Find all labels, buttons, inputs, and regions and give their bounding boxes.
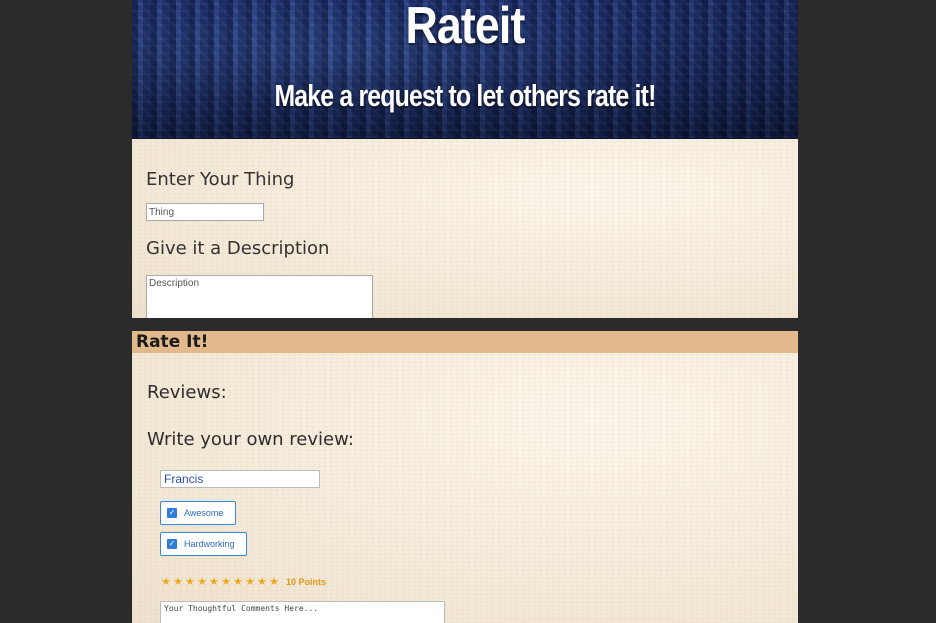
tag-awesome[interactable]: ✓ Awesome xyxy=(160,501,236,525)
app-subtitle: Make a request to let others rate it! xyxy=(274,78,656,113)
star-icon[interactable]: ★ xyxy=(184,575,196,588)
request-form: Enter Your Thing Give it a Description xyxy=(132,139,798,318)
hero-banner: Rateit Make a request to let others rate… xyxy=(132,0,798,139)
star-icon[interactable]: ★ xyxy=(256,575,268,588)
review-area: Reviews: Write your own review: ✓ Awesom… xyxy=(132,353,798,623)
thing-label: Enter Your Thing xyxy=(146,169,295,190)
rating-points: 10 Points xyxy=(286,576,327,587)
description-input[interactable] xyxy=(146,275,373,318)
star-icon[interactable]: ★ xyxy=(172,575,184,588)
rate-section-header: Rate It! xyxy=(132,331,798,353)
checkbox-checked-icon[interactable]: ✓ xyxy=(167,539,177,549)
star-icon[interactable]: ★ xyxy=(196,575,208,588)
tag-label: Hardworking xyxy=(184,539,235,549)
thing-input[interactable] xyxy=(146,203,264,221)
reviews-label: Reviews: xyxy=(147,382,227,403)
reviewer-name-input[interactable] xyxy=(160,470,320,488)
rate-panel: Rate It! Reviews: Write your own review:… xyxy=(132,331,798,623)
star-icon[interactable]: ★ xyxy=(208,575,220,588)
tag-hardworking[interactable]: ✓ Hardworking xyxy=(160,532,247,556)
description-label: Give it a Description xyxy=(146,238,330,259)
star-icon[interactable]: ★ xyxy=(268,575,280,588)
request-panel: Rateit Make a request to let others rate… xyxy=(132,0,798,318)
star-icon[interactable]: ★ xyxy=(232,575,244,588)
star-icon[interactable]: ★ xyxy=(244,575,256,588)
checkbox-checked-icon[interactable]: ✓ xyxy=(167,508,177,518)
tag-label: Awesome xyxy=(184,508,224,518)
star-icon[interactable]: ★ xyxy=(160,575,172,588)
comments-input[interactable] xyxy=(160,601,445,623)
star-icon[interactable]: ★ xyxy=(220,575,232,588)
write-review-label: Write your own review: xyxy=(147,429,354,450)
app-title: Rateit xyxy=(405,0,525,55)
star-rating[interactable]: ★ ★ ★ ★ ★ ★ ★ ★ ★ ★ 10 Points xyxy=(160,575,326,588)
